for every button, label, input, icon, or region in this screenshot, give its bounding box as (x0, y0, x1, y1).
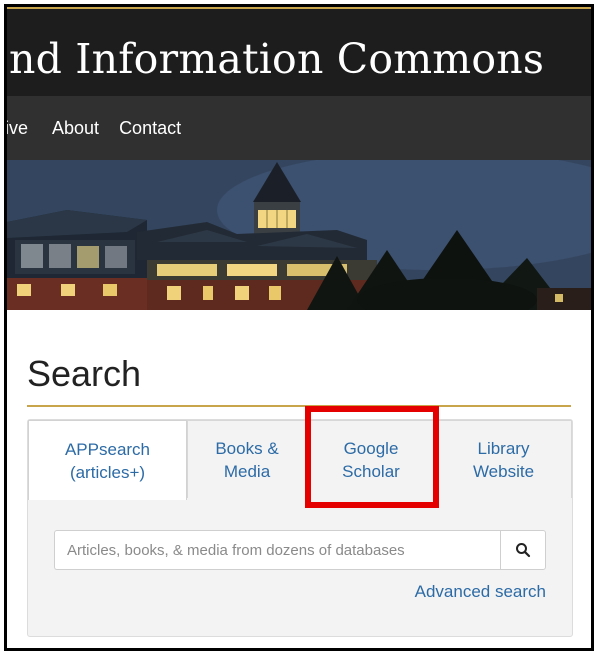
search-heading: Search (27, 353, 142, 394)
tab-books-media[interactable]: Books & Media (187, 420, 307, 498)
heading-divider (27, 405, 571, 407)
tab-appsearch[interactable]: APPsearch (articles+) (28, 420, 187, 500)
tab-library-website[interactable]: Library Website (435, 420, 572, 498)
campus-banner-image (7, 160, 591, 310)
tab-library-website-label: Library Website (472, 438, 535, 481)
tab-books-media-label: Books & Media (215, 438, 279, 481)
search-panel: APPsearch (articles+) Books & Media Goog… (27, 419, 573, 637)
nav-item-contact[interactable]: Contact (119, 118, 181, 139)
search-form (54, 530, 546, 570)
advanced-search-link[interactable]: Advanced search (415, 582, 546, 602)
tab-google-scholar-label: Google Scholar (342, 438, 400, 481)
tab-google-scholar[interactable]: Google Scholar (307, 420, 435, 498)
tab-appsearch-label: APPsearch (articles+) (64, 439, 151, 482)
site-title: nd Information Commons (9, 35, 545, 83)
nav-item-about[interactable]: About (52, 118, 99, 139)
nav-item-archive[interactable]: ive (7, 118, 28, 139)
search-icon (516, 543, 531, 558)
main-nav: ive About Contact (7, 96, 591, 160)
search-button[interactable] (500, 530, 546, 570)
search-tabs: APPsearch (articles+) Books & Media Goog… (28, 420, 572, 500)
screenshot-frame: nd Information Commons ive About Contact (4, 4, 594, 651)
search-input[interactable] (54, 530, 500, 570)
site-header: nd Information Commons (7, 7, 591, 96)
